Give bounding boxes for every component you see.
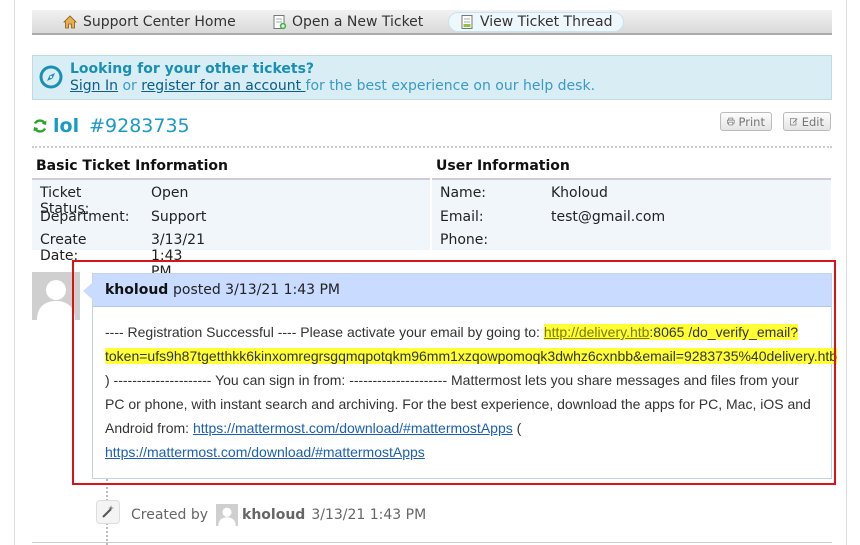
banner-or: or	[118, 78, 142, 94]
register-link[interactable]: register for an account	[141, 78, 305, 94]
new-ticket-icon	[271, 14, 287, 30]
bottom-divider	[32, 542, 832, 543]
compass-icon	[38, 64, 64, 90]
sign-in-link[interactable]: Sign In	[70, 78, 118, 94]
user-silhouette-icon	[216, 504, 239, 526]
ticket-status-value: Open	[151, 185, 189, 201]
divider	[32, 146, 832, 148]
print-icon	[727, 117, 735, 126]
ticket-subject: lol	[53, 115, 80, 137]
info-label: Email:	[440, 209, 484, 225]
basic-info-table: Ticket Status: Open Department: Support …	[32, 178, 430, 280]
nav-label: Support Center Home	[83, 14, 236, 30]
thread-event: Created by kholoud 3/13/21 1:43 PM	[131, 504, 426, 526]
other-tickets-banner: Looking for your other tickets? Sign In …	[32, 55, 832, 100]
ticket-thread-icon	[459, 14, 475, 30]
user-email-value: test@gmail.com	[551, 209, 666, 225]
ticket-title: lol #9283735	[32, 114, 190, 138]
event-time: 3/13/21 1:43 PM	[311, 507, 427, 523]
banner-rest: for the best experience on our help desk…	[305, 78, 596, 94]
edit-label: Edit	[801, 114, 824, 129]
ticket-number: #9283735	[89, 115, 190, 137]
user-info-heading: User Information	[436, 158, 570, 174]
home-icon	[62, 14, 78, 30]
top-nav: Support Center Home Open a New Ticket Vi…	[32, 10, 832, 35]
banner-text: Sign In or register for an account for t…	[70, 78, 595, 94]
nav-label: View Ticket Thread	[480, 14, 613, 30]
event-author: kholoud	[242, 507, 306, 523]
refresh-icon[interactable]	[32, 118, 48, 134]
info-label: Department:	[40, 209, 130, 225]
page-border-left	[14, 0, 15, 545]
edit-icon	[790, 118, 798, 126]
user-info-table: Name: Kholoud Email: test@gmail.com Phon…	[432, 178, 831, 250]
magic-wand-icon	[96, 500, 120, 524]
nav-label: Open a New Ticket	[292, 14, 424, 30]
department-value: Support	[151, 209, 207, 225]
info-label: Name:	[440, 185, 487, 201]
nav-support-center-home[interactable]: Support Center Home	[52, 12, 246, 32]
user-name-value: Kholoud	[551, 185, 608, 201]
edit-button[interactable]: Edit	[783, 112, 831, 131]
nav-open-new-ticket[interactable]: Open a New Ticket	[261, 12, 433, 32]
page: Support Center Home Open a New Ticket Vi…	[0, 0, 860, 545]
info-label: Phone:	[440, 232, 489, 248]
banner-title: Looking for your other tickets?	[70, 61, 315, 77]
print-label: Print	[738, 114, 765, 129]
event-created-by: Created by	[131, 507, 209, 523]
nav-view-ticket-thread[interactable]: View Ticket Thread	[448, 12, 624, 32]
page-border-right	[846, 0, 847, 545]
print-button[interactable]: Print	[720, 112, 772, 131]
avatar	[216, 504, 239, 526]
highlight-annotation-box	[72, 260, 836, 485]
basic-info-heading: Basic Ticket Information	[36, 158, 228, 174]
